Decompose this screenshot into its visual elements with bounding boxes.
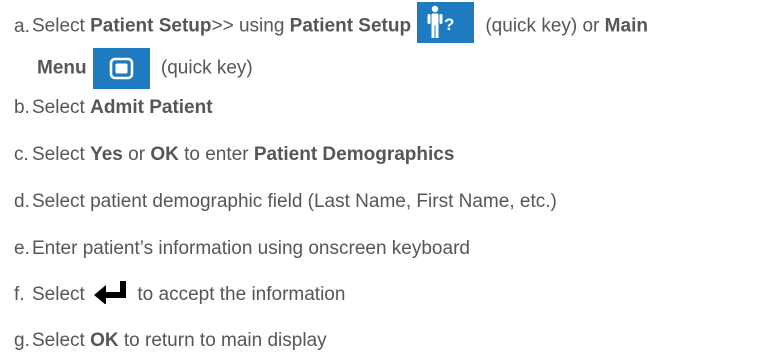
svg-text:?: ?	[444, 15, 454, 34]
step-text: Select patient demographic field (Last N…	[32, 191, 557, 212]
step-a: a. Select Patient Setup>> using Patient S…	[14, 2, 648, 43]
step-text: to enter	[178, 144, 254, 165]
step-c: c. Select Yes or OK to enter Patient Demo…	[14, 142, 454, 168]
step-letter: e.	[14, 238, 30, 259]
step-text: Select	[32, 15, 91, 37]
step-text: (quick key)	[155, 57, 253, 79]
step-bold: Patient Demographics	[253, 144, 455, 165]
step-a-continued: Menu (quick key)	[37, 48, 253, 89]
step-d: d. Select patient demographic field (Last…	[14, 189, 557, 215]
step-text: Select	[32, 330, 91, 351]
step-b: b. Select Admit Patient	[14, 95, 213, 121]
step-text: to accept the information	[132, 284, 346, 305]
step-text: Select	[32, 144, 91, 165]
step-text: Select	[32, 97, 91, 118]
step-bold: Admit Patient	[90, 97, 213, 118]
step-letter: f.	[14, 284, 25, 305]
step-letter: c.	[14, 144, 29, 165]
step-bold: Yes	[90, 144, 123, 165]
step-text: Select	[32, 284, 91, 305]
main-menu-key-icon	[92, 48, 150, 89]
step-letter: d.	[14, 191, 30, 212]
step-text: >> using	[211, 15, 290, 37]
step-letter: g.	[14, 330, 30, 351]
step-bold: OK	[90, 330, 119, 351]
step-text: (quick key) or	[480, 15, 605, 37]
step-text: or	[122, 144, 151, 165]
step-text: Enter patient’s information using onscre…	[32, 238, 470, 259]
patient-setup-key-icon: ?	[417, 2, 475, 43]
step-bold: Patient Setup	[289, 15, 412, 37]
step-f: f. Select to accept the information	[14, 280, 346, 308]
step-letter: b.	[14, 97, 30, 118]
step-bold: Main	[604, 15, 648, 37]
step-e: e. Enter patient’s information using onsc…	[14, 236, 470, 262]
step-bold: OK	[150, 144, 179, 165]
enter-arrow-icon	[94, 280, 128, 305]
step-letter: a.	[14, 15, 30, 37]
step-bold: Patient Setup	[90, 15, 212, 37]
step-bold: Menu	[37, 57, 87, 79]
step-g: g. Select OK to return to main display	[14, 328, 327, 354]
step-text: to return to main display	[118, 330, 327, 351]
